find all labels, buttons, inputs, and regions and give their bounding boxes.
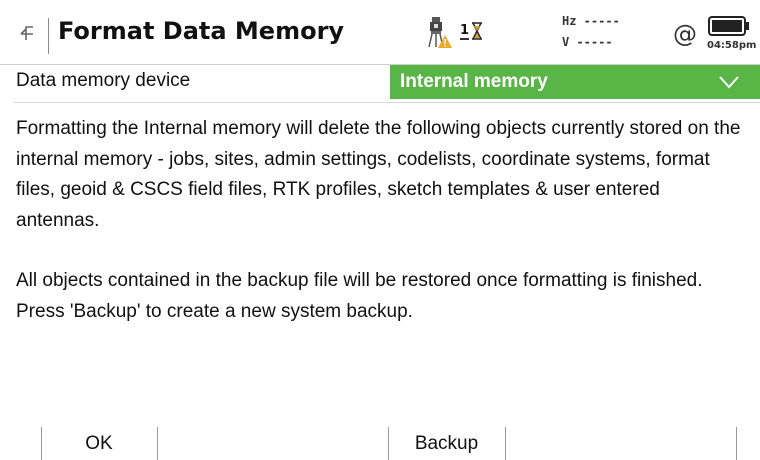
field-divider [14,102,760,103]
ok-button[interactable]: OK [42,427,156,460]
v-readout: V ----- [562,35,613,49]
connection-at-icon[interactable]: @ [673,20,697,48]
hz-readout: Hz ----- [562,14,620,28]
softkey-separator [505,427,506,460]
dropdown-value: Internal memory [400,71,548,92]
hourglass-icon [472,22,482,40]
chevron-down-icon [719,76,739,89]
softkey-separator [157,427,158,460]
back-arrow-icon [20,26,33,40]
title-separator [48,18,49,54]
message-paragraph: All objects contained in the backup file… [16,270,703,322]
job-count: 1 [460,23,470,40]
softkey-separator [736,427,737,460]
back-button[interactable] [10,16,46,52]
data-memory-device-row: Data memory device Internal memory [0,65,760,100]
message-paragraph: Formatting the Internal memory will dele… [16,118,741,231]
page-title: Format Data Memory [58,17,345,45]
data-memory-device-dropdown[interactable]: Internal memory [390,65,760,99]
softkey-bar: OK Backup [0,427,760,460]
battery-icon[interactable] [708,15,750,37]
clock: 04:58pm [707,40,757,51]
instrument-warning-icon[interactable] [420,15,454,49]
backup-button[interactable]: Backup [389,427,504,460]
title-bar: Format Data Memory 1 Hz ----- V ----- @ … [0,0,760,64]
format-warning-message: Formatting the Internal memory will dele… [16,114,746,327]
field-label: Data memory device [16,70,191,91]
